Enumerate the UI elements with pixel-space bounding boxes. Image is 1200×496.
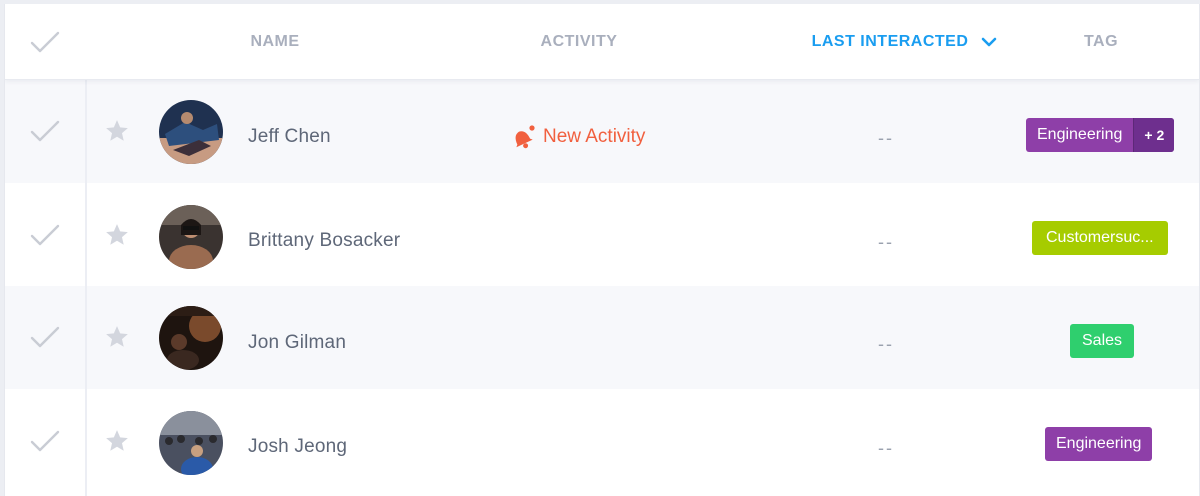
check-icon	[30, 224, 60, 246]
bell-icon	[515, 125, 535, 149]
avatar	[159, 100, 223, 164]
avatar	[159, 306, 223, 370]
star-icon[interactable]	[104, 222, 130, 248]
contact-name[interactable]: Brittany Bosacker	[248, 230, 400, 252]
tag-badge[interactable]: Engineering	[1045, 427, 1153, 461]
last-interacted-value: --	[878, 232, 894, 252]
last-interacted-value: --	[878, 438, 894, 458]
activity-indicator[interactable]: New Activity	[507, 122, 645, 152]
chevron-down-icon	[982, 37, 997, 46]
row-checkbox[interactable]	[25, 317, 65, 357]
column-header-last-interacted[interactable]: LAST INTERACTED	[795, 4, 1015, 79]
contacts-table: NAME ACTIVITY LAST INTERACTED TAG Jeff C…	[4, 4, 1200, 496]
table-row[interactable]: Brittany Bosacker -- Customersuc...	[5, 183, 1199, 286]
tag-badge[interactable]: Sales	[1070, 324, 1135, 358]
tag-label: Engineering	[1037, 126, 1123, 143]
column-header-activity[interactable]: ACTIVITY	[504, 4, 654, 79]
row-checkbox[interactable]	[25, 421, 65, 461]
tag-label: Customersuc...	[1046, 229, 1154, 246]
last-interacted-value: --	[878, 128, 894, 148]
table-row[interactable]: Josh Jeong -- Engineering	[5, 389, 1199, 492]
avatar	[159, 205, 223, 269]
column-header-activity-label: ACTIVITY	[540, 32, 618, 50]
column-header-last-interacted-label: LAST INTERACTED	[811, 32, 969, 50]
last-interacted-value: --	[878, 334, 894, 354]
row-checkbox[interactable]	[25, 215, 65, 255]
contact-name[interactable]: Jeff Chen	[248, 126, 331, 148]
tag-label: Sales	[1082, 332, 1123, 349]
column-header-name[interactable]: NAME	[205, 4, 345, 79]
tag-badge[interactable]: Engineering + 2	[1026, 118, 1175, 152]
column-header-name-label: NAME	[250, 32, 300, 50]
check-icon	[30, 31, 60, 53]
star-icon[interactable]	[104, 428, 130, 454]
table-row[interactable]: Jeff Chen New Activity -- Engineering + …	[5, 80, 1199, 183]
tag-more-count[interactable]: + 2	[1133, 118, 1175, 152]
tag-badge[interactable]: Customersuc...	[1032, 221, 1168, 255]
check-icon	[30, 430, 60, 452]
contact-name[interactable]: Josh Jeong	[248, 436, 347, 458]
avatar	[159, 411, 223, 475]
star-icon[interactable]	[104, 118, 130, 144]
check-icon	[30, 326, 60, 348]
tag-label: Engineering	[1056, 435, 1142, 452]
star-icon[interactable]	[104, 324, 130, 350]
table-row[interactable]: Jon Gilman -- Sales	[5, 286, 1199, 389]
table-header: NAME ACTIVITY LAST INTERACTED TAG	[5, 4, 1199, 80]
check-icon	[30, 120, 60, 142]
activity-label: New Activity	[543, 126, 646, 147]
column-header-tag-label: TAG	[1083, 32, 1119, 50]
select-all-checkbox[interactable]	[25, 22, 65, 62]
column-header-tag[interactable]: TAG	[1051, 4, 1151, 79]
row-checkbox[interactable]	[25, 111, 65, 151]
contact-name[interactable]: Jon Gilman	[248, 332, 346, 354]
